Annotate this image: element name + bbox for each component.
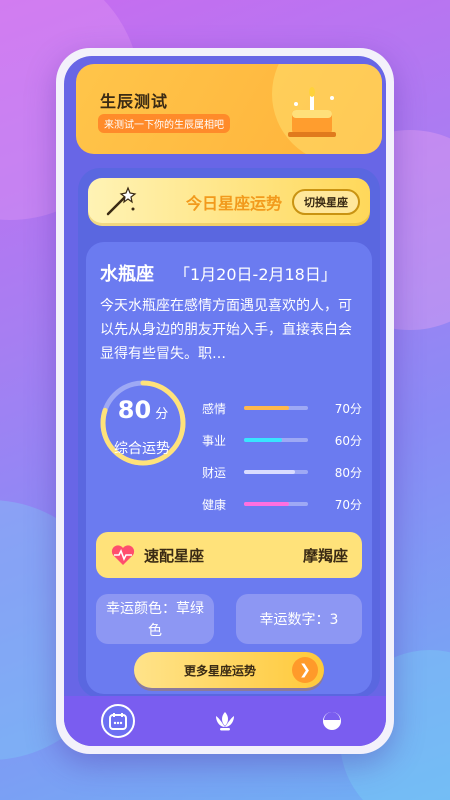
fortune-stats: 感情 70分 事业 60分 财运 80分 健康 70分 [202, 392, 362, 520]
stat-bar-track [244, 470, 308, 474]
best-match-label: 速配星座 [144, 546, 205, 565]
stat-label: 健康 [202, 497, 227, 512]
bottom-tab-bar [64, 696, 386, 746]
stat-bar-fill [244, 438, 283, 442]
horoscope-panel: 今日星座运势 切换星座 水瓶座 「1月20日-2月18日」 今天水瓶座在感情方面… [78, 168, 380, 698]
sign-card: 水瓶座 「1月20日-2月18日」 今天水瓶座在感情方面遇见喜欢的人，可以先从身… [86, 242, 372, 694]
heart-icon [111, 545, 135, 565]
stat-row-love: 感情 70分 [202, 392, 362, 424]
stat-label: 事业 [202, 433, 227, 448]
tab-calendar[interactable] [100, 704, 135, 738]
lucky-color: 幸运颜色：草绿色 [96, 594, 214, 644]
stat-row-health: 健康 70分 [202, 488, 362, 520]
stat-bar-track [244, 406, 308, 410]
banner-subtitle: 来测试一下你的生辰属相吧 [98, 114, 230, 133]
birth-test-banner[interactable]: 生辰测试 来测试一下你的生辰属相吧 [76, 64, 382, 154]
banner-title: 生辰测试 [100, 92, 169, 111]
overall-score: 80 分 [98, 396, 188, 424]
stat-label: 感情 [202, 401, 227, 416]
face-icon [323, 712, 342, 730]
sign-description: 今天水瓶座在感情方面遇见喜欢的人，可以先从身边的朋友开始入手，直接表白会显得有些… [100, 298, 352, 362]
cake-icon [288, 87, 336, 137]
stat-row-wealth: 财运 80分 [202, 456, 362, 488]
stat-bar-fill [244, 470, 296, 474]
daily-fortune-header: 今日星座运势 切换星座 [88, 178, 370, 226]
stat-bar-track [244, 502, 308, 506]
stat-value: 80分 [334, 465, 362, 480]
best-match-row[interactable]: 速配星座 摩羯座 [96, 532, 362, 578]
stat-value: 70分 [334, 401, 362, 416]
overall-score-label: 综合运势 [114, 441, 170, 457]
tab-lotus[interactable] [208, 704, 242, 738]
chevron-right-icon: ❯ [292, 657, 318, 683]
stat-bar-fill [244, 502, 289, 506]
magic-wand-icon [106, 186, 137, 216]
stat-label: 财运 [202, 465, 227, 480]
overall-score-unit: 分 [155, 407, 169, 422]
best-match-sign: 摩羯座 [302, 546, 348, 565]
stat-value: 60分 [334, 433, 362, 448]
app-screen: 生辰测试 来测试一下你的生辰属相吧 今日星座运势 切换星座 水瓶座 「1月20日… [64, 56, 386, 746]
lucky-number: 幸运数字：3 [236, 594, 362, 644]
calendar-icon [108, 713, 127, 730]
sign-name: 水瓶座 [100, 264, 154, 285]
tab-profile[interactable] [315, 704, 349, 738]
stat-bar-track [244, 438, 308, 442]
sign-dates: 「1月20日-2月18日」 [174, 265, 337, 284]
daily-fortune-title: 今日星座运势 [185, 194, 282, 213]
lotus-icon [215, 712, 234, 731]
phone-frame: 生辰测试 来测试一下你的生辰属相吧 今日星座运势 切换星座 水瓶座 「1月20日… [56, 48, 394, 754]
more-horoscope-label: 更多星座运势 [184, 663, 257, 678]
stat-bar-fill [244, 406, 289, 410]
overall-score-value: 80 [117, 396, 152, 424]
switch-sign-button[interactable]: 切换星座 [292, 189, 360, 215]
stat-row-career: 事业 60分 [202, 424, 362, 456]
sign-header: 水瓶座 「1月20日-2月18日」 [100, 260, 337, 286]
more-horoscope-button[interactable]: 更多星座运势 ❯ [134, 652, 324, 688]
stat-value: 70分 [334, 497, 362, 512]
